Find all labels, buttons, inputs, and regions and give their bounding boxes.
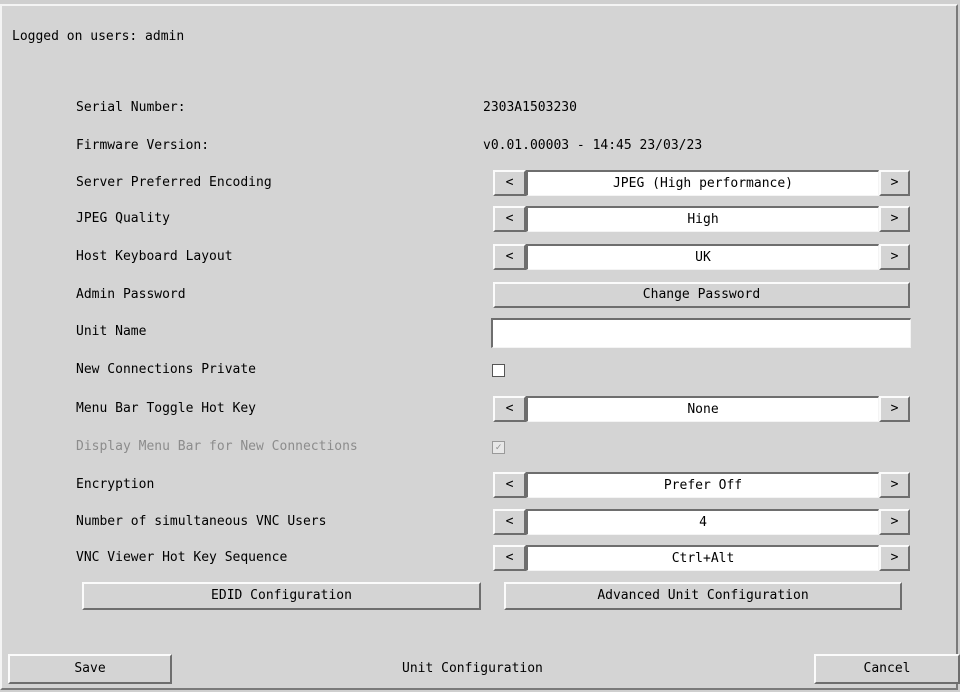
edid-configuration-button[interactable]: EDID Configuration (82, 582, 481, 610)
unit-configuration-panel: Logged on users: admin Serial Number: 23… (0, 4, 960, 690)
firmware-version-value: v0.01.00003 - 14:45 23/03/23 (483, 138, 703, 153)
save-button[interactable]: Save (8, 654, 172, 684)
menu-toggle-value: None (526, 396, 879, 422)
admin-password-label: Admin Password (76, 287, 186, 302)
menu-toggle-next-button[interactable]: > (879, 396, 910, 422)
jpeg-quality-next-button[interactable]: > (879, 206, 910, 232)
display-menu-bar-checkbox: ✓ (492, 441, 505, 454)
serial-number-value: 2303A1503230 (483, 100, 577, 115)
encoding-value: JPEG (High performance) (526, 170, 879, 196)
cancel-button[interactable]: Cancel (814, 654, 960, 684)
keyboard-layout-label: Host Keyboard Layout (76, 249, 233, 264)
encryption-value: Prefer Off (526, 472, 879, 498)
vnc-hotkey-value: Ctrl+Alt (526, 545, 879, 571)
keyboard-layout-next-button[interactable]: > (879, 244, 910, 270)
new-connections-private-label: New Connections Private (76, 362, 257, 377)
jpeg-quality-value: High (526, 206, 879, 232)
firmware-version-label: Firmware Version: (76, 138, 210, 153)
encryption-label: Encryption (76, 477, 155, 492)
encryption-prev-button[interactable]: < (493, 472, 526, 498)
encoding-next-button[interactable]: > (879, 170, 910, 196)
jpeg-quality-label: JPEG Quality (76, 211, 170, 226)
jpeg-quality-prev-button[interactable]: < (493, 206, 526, 232)
serial-number-label: Serial Number: (76, 100, 186, 115)
vnc-hotkey-label: VNC Viewer Hot Key Sequence (76, 550, 288, 565)
vnc-hotkey-prev-button[interactable]: < (493, 545, 526, 571)
keyboard-layout-value: UK (526, 244, 879, 270)
vnc-hotkey-next-button[interactable]: > (879, 545, 910, 571)
encoding-prev-button[interactable]: < (493, 170, 526, 196)
display-menu-bar-label: Display Menu Bar for New Connections (76, 439, 358, 454)
unit-name-label: Unit Name (76, 324, 147, 339)
unit-name-input[interactable] (491, 318, 911, 348)
vnc-users-value: 4 (526, 509, 879, 535)
encryption-next-button[interactable]: > (879, 472, 910, 498)
logged-on-users: Logged on users: admin (12, 29, 185, 44)
menu-toggle-prev-button[interactable]: < (493, 396, 526, 422)
change-password-button[interactable]: Change Password (493, 282, 910, 308)
advanced-unit-configuration-button[interactable]: Advanced Unit Configuration (504, 582, 902, 610)
page-title: Unit Configuration (402, 661, 543, 676)
menu-toggle-hotkey-label: Menu Bar Toggle Hot Key (76, 401, 257, 416)
encoding-label: Server Preferred Encoding (76, 175, 272, 190)
vnc-users-label: Number of simultaneous VNC Users (76, 514, 327, 529)
keyboard-layout-prev-button[interactable]: < (493, 244, 526, 270)
vnc-users-next-button[interactable]: > (879, 509, 910, 535)
vnc-users-prev-button[interactable]: < (493, 509, 526, 535)
new-connections-private-checkbox[interactable] (492, 364, 505, 377)
